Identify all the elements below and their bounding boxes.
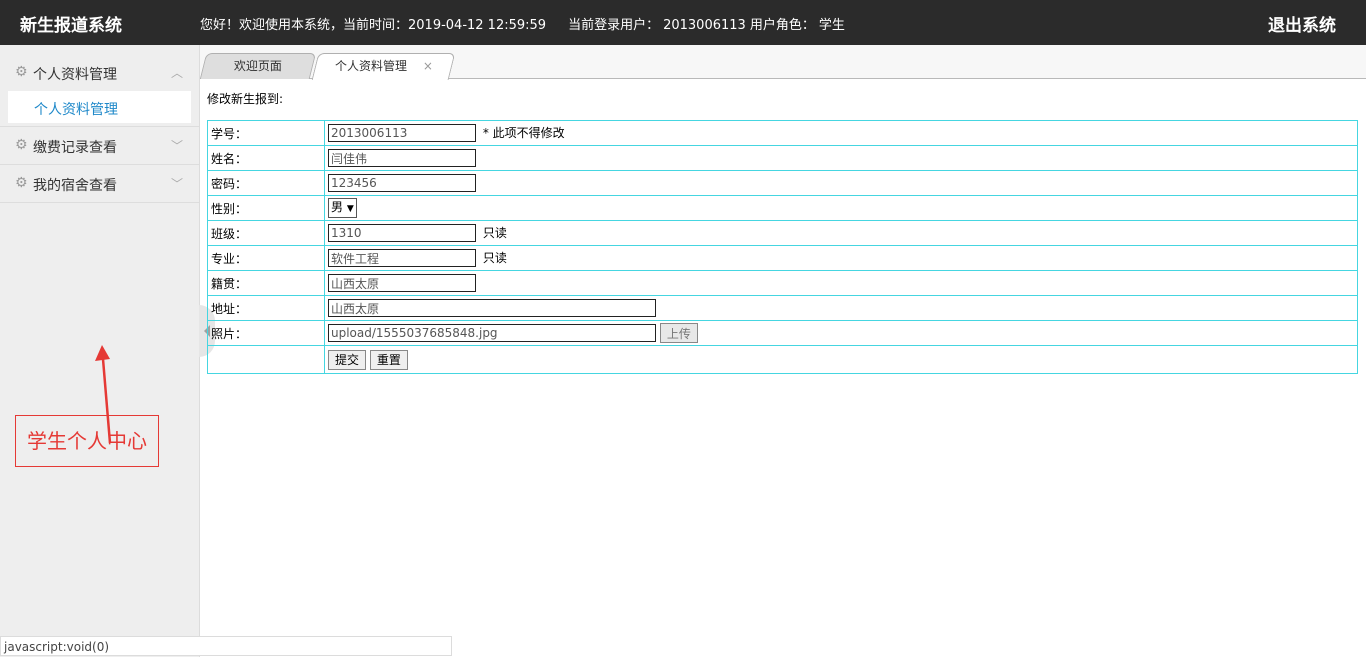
- sidebar-group-label: 个人资料管理: [33, 67, 117, 83]
- form-row: 照片： 上传: [207, 320, 1358, 346]
- chevron-down-icon: ▼: [346, 204, 354, 214]
- gear-icon: ⚙: [15, 137, 28, 153]
- chevron-down-icon: ﹀: [170, 139, 183, 153]
- reset-button[interactable]: 重置: [369, 349, 408, 370]
- page-title: 修改新生报到:: [207, 92, 284, 106]
- role-value: 学生: [818, 18, 845, 33]
- sidebar: ⚙ 个人资料管理 ︿ 个人资料管理 ⚙ 缴费记录查看 ﹀ ⚙ 我的宿舍查看 ﹀ …: [0, 45, 200, 657]
- profile-form: 学号： * 此项不得修改 姓名： 密码： 性别： 男 ▼ 班级：: [207, 120, 1358, 374]
- gear-icon: ⚙: [15, 175, 28, 191]
- photo-path-field[interactable]: [328, 324, 656, 342]
- form-row: 籍贯：: [207, 270, 1358, 296]
- close-icon[interactable]: ×: [422, 59, 432, 73]
- student-id-label: 学号：: [207, 120, 325, 146]
- form-row: 班级： 只读: [207, 220, 1358, 246]
- name-field[interactable]: [328, 149, 476, 167]
- app-title: 新生报道系统: [20, 16, 122, 36]
- form-row: 学号： * 此项不得修改: [207, 120, 1358, 146]
- sidebar-group-label: 我的宿舍查看: [33, 178, 117, 194]
- tab-label: 欢迎页面: [233, 59, 282, 73]
- form-row: 提交 重置: [207, 345, 1358, 374]
- greeting-text: 您好！欢迎使用本系统，当前时间：2019-04-12 12:59:59: [200, 18, 547, 33]
- hometown-label: 籍贯：: [207, 270, 325, 296]
- form-row: 性别： 男 ▼: [207, 195, 1358, 221]
- submit-button[interactable]: 提交: [328, 349, 367, 370]
- major-label: 专业：: [207, 245, 325, 271]
- status-bar: javascript:void(0): [0, 636, 452, 656]
- major-note: 只读: [482, 250, 507, 265]
- tab-label: 个人资料管理: [334, 59, 407, 73]
- gear-icon: ⚙: [15, 64, 28, 80]
- class-label: 班级：: [207, 220, 325, 246]
- form-row: 专业： 只读: [207, 245, 1358, 271]
- form-row: 地址：: [207, 295, 1358, 321]
- current-user-value: 2013006113: [663, 18, 746, 33]
- current-user-label: 当前登录用户：: [568, 18, 660, 33]
- tab-welcome[interactable]: 欢迎页面: [199, 53, 317, 79]
- role-label: 用户角色：: [749, 18, 815, 33]
- sidebar-group-dorm[interactable]: ⚙ 我的宿舍查看 ﹀: [0, 165, 199, 203]
- class-note: 只读: [482, 225, 507, 240]
- upload-button[interactable]: 上传: [659, 323, 698, 343]
- sidebar-group-payments[interactable]: ⚙ 缴费记录查看 ﹀: [0, 127, 199, 165]
- sidebar-group-profile[interactable]: ⚙ 个人资料管理 ︿: [0, 54, 199, 91]
- form-row: 姓名：: [207, 145, 1358, 171]
- student-id-note: * 此项不得修改: [482, 125, 565, 140]
- sidebar-group-label: 缴费记录查看: [33, 140, 117, 156]
- photo-label: 照片：: [207, 320, 325, 346]
- tab-profile[interactable]: 个人资料管理 ×: [311, 53, 456, 80]
- annotation-label: 学生个人中心: [15, 415, 159, 467]
- sidebar-item-profile[interactable]: 个人资料管理: [8, 91, 191, 123]
- hometown-field[interactable]: [328, 274, 476, 292]
- name-label: 姓名：: [207, 145, 325, 171]
- top-header: 新生报道系统 您好！欢迎使用本系统，当前时间：2019-04-12 12:59:…: [0, 0, 1366, 45]
- address-label: 地址：: [207, 295, 325, 321]
- major-field[interactable]: [328, 249, 476, 268]
- chevron-up-icon: ︿: [170, 66, 183, 80]
- tab-bar: 欢迎页面 个人资料管理 ×: [199, 45, 1366, 80]
- welcome-bar: 您好！欢迎使用本系统，当前时间：2019-04-12 12:59:59 当前登录用…: [200, 14, 849, 33]
- sidebar-item-label: 个人资料管理: [34, 102, 118, 118]
- logout-button[interactable]: 退出系统: [1268, 11, 1336, 36]
- password-field[interactable]: [328, 174, 476, 192]
- address-field[interactable]: [328, 299, 656, 317]
- form-row: 密码：: [207, 170, 1358, 196]
- gender-select[interactable]: 男 ▼: [328, 198, 357, 218]
- gender-label: 性别：: [207, 195, 325, 221]
- student-id-field[interactable]: [328, 124, 476, 143]
- password-label: 密码：: [207, 170, 325, 196]
- class-field[interactable]: [328, 224, 476, 243]
- chevron-down-icon: ﹀: [170, 177, 183, 191]
- gender-value: 男: [331, 200, 344, 214]
